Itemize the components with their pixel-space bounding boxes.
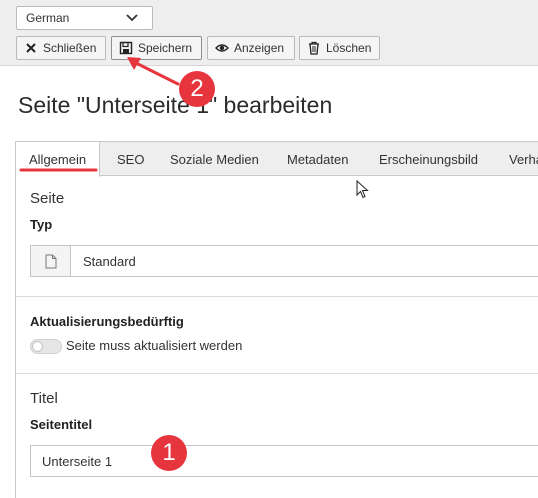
page-title: Seite "Unterseite 1" bearbeiten (18, 92, 333, 118)
close-button[interactable]: Schließen (16, 36, 106, 60)
tab-label: SEO (117, 152, 145, 167)
step-badge-2: 2 (179, 71, 215, 107)
tab-label: Verha (509, 152, 538, 167)
save-icon (119, 41, 133, 55)
tab-metadata[interactable]: Metadaten (287, 142, 348, 176)
trash-icon (309, 41, 319, 55)
view-button[interactable]: Anzeigen (207, 36, 295, 60)
tab-allgemein[interactable]: Allgemein (16, 142, 100, 177)
language-select-value: German (26, 11, 70, 25)
divider (16, 296, 538, 297)
arrow-annotation (134, 61, 180, 86)
close-button-label: Schließen (43, 41, 97, 55)
tab-label: Erscheinungsbild (379, 152, 479, 167)
toggle-knob (32, 341, 43, 352)
tab-behaviour[interactable]: Verha (509, 142, 538, 176)
page-type-select[interactable]: Standard (30, 245, 538, 277)
type-label: Typ (30, 217, 53, 232)
update-needed-toggle-label: Seite muss aktualisiert werden (66, 338, 243, 353)
delete-button-label: Löschen (326, 41, 372, 55)
tab-appearance[interactable]: Erscheinungsbild (379, 142, 478, 176)
delete-button[interactable]: Löschen (299, 36, 380, 60)
step-badge-1: 1 (151, 435, 187, 471)
edit-panel: Allgemein SEO Soziale Medien Metadaten E… (15, 141, 538, 498)
tab-seo[interactable]: SEO (117, 142, 144, 176)
divider (16, 373, 538, 374)
tab-label: Soziale Medien (170, 152, 259, 167)
mouse-cursor-icon (356, 180, 369, 199)
document-icon (45, 254, 57, 269)
view-button-label: Anzeigen (234, 41, 285, 55)
page-type-icon-cell (31, 246, 71, 276)
language-select[interactable]: German (16, 6, 153, 30)
tab-bar: Allgemein SEO Soziale Medien Metadaten E… (16, 142, 538, 177)
close-icon (26, 43, 36, 53)
save-button-label: Speichern (138, 41, 193, 55)
tab-label: Metadaten (287, 152, 349, 167)
tab-label: Allgemein (29, 152, 87, 167)
eye-icon (215, 44, 229, 52)
section-title-title: Titel (30, 390, 58, 407)
chevron-down-icon (126, 14, 138, 22)
tab-social-media[interactable]: Soziale Medien (170, 142, 259, 176)
update-needed-label: Aktualisierungsbedürftig (30, 314, 184, 329)
page-type-value: Standard (83, 254, 136, 269)
update-needed-toggle[interactable] (30, 339, 62, 354)
top-toolbar: German Schließen Speichern Anzeigen Lösc… (0, 0, 538, 66)
page-title-field-label: Seitentitel (30, 417, 93, 432)
save-button[interactable]: Speichern (111, 36, 202, 60)
section-title-page: Seite (30, 190, 65, 207)
page-title-input[interactable]: Unterseite 1 (30, 445, 538, 477)
